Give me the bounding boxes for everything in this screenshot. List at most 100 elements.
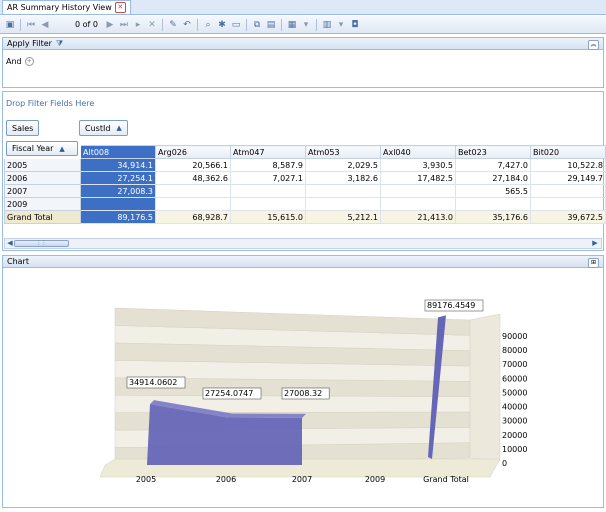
data-cell[interactable] — [530, 184, 606, 198]
chart-pin-icon[interactable]: ⊞ — [588, 258, 599, 268]
x-tick-label: 2005 — [136, 475, 156, 484]
paste-icon[interactable]: ▤ — [265, 19, 277, 31]
data-cell[interactable]: 27,008.3 — [80, 184, 156, 198]
filter-operator[interactable]: And — [6, 57, 22, 66]
filter-funnel-icon[interactable]: ⧩ — [56, 39, 63, 49]
column-header[interactable]: Arg026 — [155, 145, 231, 159]
column-header[interactable]: Axl040 — [380, 145, 456, 159]
data-cell[interactable]: 8,587.9 — [230, 158, 306, 172]
column-header[interactable]: Bit020 — [530, 145, 606, 159]
data-cell[interactable]: 10,522.8 — [530, 158, 606, 172]
copy-icon[interactable]: ⧉ — [251, 19, 263, 31]
undo-icon[interactable]: ↶ — [181, 19, 193, 31]
data-cell[interactable] — [155, 184, 231, 198]
toolbar-separator — [161, 18, 163, 31]
column-header[interactable]: Alt008 — [80, 145, 156, 159]
table-row: 2005 34,914.1 20,566.1 8,587.9 2,029.5 3,930.… — [4, 158, 606, 172]
data-cell[interactable] — [230, 197, 306, 211]
data-cell[interactable]: 89,176.5 — [80, 210, 156, 224]
export-icon[interactable]: ▦ — [286, 19, 298, 31]
column-header[interactable]: Bet023 — [455, 145, 531, 159]
collapse-up-icon[interactable]: ︽ — [588, 40, 599, 50]
scroll-right-icon[interactable]: ▶ — [590, 239, 600, 248]
previous-page-icon[interactable]: ◀ — [39, 19, 51, 31]
export-dropdown-icon[interactable]: ▾ — [300, 19, 312, 31]
data-cell[interactable] — [305, 184, 381, 198]
tab-ar-summary[interactable]: AR Summary History View ✕ — [2, 0, 131, 14]
data-cell[interactable] — [530, 197, 606, 211]
data-field-sales[interactable]: Sales — [6, 120, 40, 136]
layout-icon[interactable]: ▭ — [230, 19, 242, 31]
chart-options-icon[interactable]: ▥ — [321, 19, 333, 31]
data-cell[interactable]: 3,182.6 — [305, 171, 381, 185]
row-header[interactable]: 2009 — [4, 197, 81, 211]
data-cell[interactable]: 27,184.0 — [455, 171, 531, 185]
y-tick-label: 60000 — [502, 374, 527, 383]
data-cell[interactable] — [230, 184, 306, 198]
maximize-icon[interactable]: ◘ — [349, 19, 361, 31]
preview-icon[interactable]: ⌕ — [202, 19, 214, 31]
data-label: 34914.0602 — [129, 378, 177, 387]
column-header[interactable]: Atm047 — [230, 145, 306, 159]
toolbar: ▣ ⏮ ◀ 0 of 0 ▶ ⏭ ▸ ✕ ✎ ↶ ⌕ ✱ ▭ ⧉ ▤ ▦ ▾ ▥… — [0, 16, 606, 34]
data-cell[interactable]: 68,928.7 — [155, 210, 231, 224]
next-page-icon[interactable]: ▶ — [104, 19, 116, 31]
add-condition-icon[interactable]: + — [24, 57, 34, 66]
data-cell[interactable]: 27,254.1 — [80, 171, 156, 185]
data-cell[interactable]: 7,427.0 — [455, 158, 531, 172]
row-field-fiscal-year[interactable]: Fiscal Year ▲ — [6, 141, 78, 156]
data-cell[interactable]: 2,029.5 — [305, 158, 381, 172]
settings-icon[interactable]: ✱ — [216, 19, 228, 31]
chart-side-wall — [469, 313, 501, 462]
data-cell[interactable]: 39,672.5 — [530, 210, 606, 224]
first-page-icon[interactable]: ⏮ — [25, 19, 37, 31]
y-tick-label: 30000 — [502, 417, 527, 426]
close-icon[interactable]: ✕ — [114, 2, 126, 13]
data-cell[interactable]: 3,930.5 — [380, 158, 456, 172]
data-cell[interactable]: 34,914.1 — [80, 158, 156, 172]
data-cell[interactable] — [380, 197, 456, 211]
data-label: 27008.32 — [284, 389, 322, 398]
data-cell[interactable] — [305, 197, 381, 211]
data-label: 27254.0747 — [205, 389, 253, 398]
last-page-icon[interactable]: ⏭ — [118, 19, 130, 31]
page-info: 0 of 0 — [75, 20, 98, 29]
y-tick-label: 40000 — [502, 403, 527, 412]
drop-filter-zone[interactable]: Drop Filter Fields Here — [6, 99, 94, 108]
data-cell[interactable]: 29,149.7 — [530, 171, 606, 185]
data-cell[interactable]: 35,176.6 — [455, 210, 531, 224]
horizontal-scrollbar[interactable] — [4, 238, 602, 249]
chart-dropdown-icon[interactable]: ▾ — [335, 19, 347, 31]
edit-icon[interactable]: ✎ — [167, 19, 179, 31]
row-header[interactable]: 2007 — [4, 184, 81, 198]
column-header[interactable]: Atm053 — [305, 145, 381, 159]
y-tick-label: 10000 — [502, 445, 527, 454]
data-cell[interactable] — [80, 197, 156, 211]
scrollbar-thumb[interactable]: ⋮⋮ — [14, 240, 69, 247]
toolbar-separator — [245, 18, 247, 31]
save-icon[interactable]: ▣ — [4, 19, 16, 31]
data-cell[interactable]: 7,027.1 — [230, 171, 306, 185]
row-field-label: Fiscal Year — [12, 144, 54, 153]
data-cell[interactable] — [455, 197, 531, 211]
row-header[interactable]: Grand Total — [4, 210, 81, 224]
data-cell[interactable]: 17,482.5 — [380, 171, 456, 185]
data-cell[interactable] — [155, 197, 231, 211]
data-cell[interactable]: 21,413.0 — [380, 210, 456, 224]
data-cell[interactable] — [380, 184, 456, 198]
data-cell[interactable]: 20,566.1 — [155, 158, 231, 172]
column-field-custid[interactable]: CustId ▲ — [79, 120, 128, 136]
table-row: 2009 — [4, 197, 606, 211]
data-cell[interactable]: 5,212.1 — [305, 210, 381, 224]
new-record-icon[interactable]: ▸ — [132, 19, 144, 31]
data-cell[interactable]: 48,362.6 — [155, 171, 231, 185]
data-cell[interactable]: 565.5 — [455, 184, 531, 198]
row-header[interactable]: 2005 — [4, 158, 81, 172]
delete-icon[interactable]: ✕ — [146, 19, 158, 31]
row-header[interactable]: 2006 — [4, 171, 81, 185]
y-tick-label: 70000 — [502, 360, 527, 369]
toolbar-separator — [315, 18, 317, 31]
data-cell[interactable]: 15,615.0 — [230, 210, 306, 224]
sort-ascending-icon: ▲ — [59, 144, 65, 153]
area-chart-3d: 34914.0602 27254.0747 27008.32 89176.4549 2… — [99, 299, 527, 484]
